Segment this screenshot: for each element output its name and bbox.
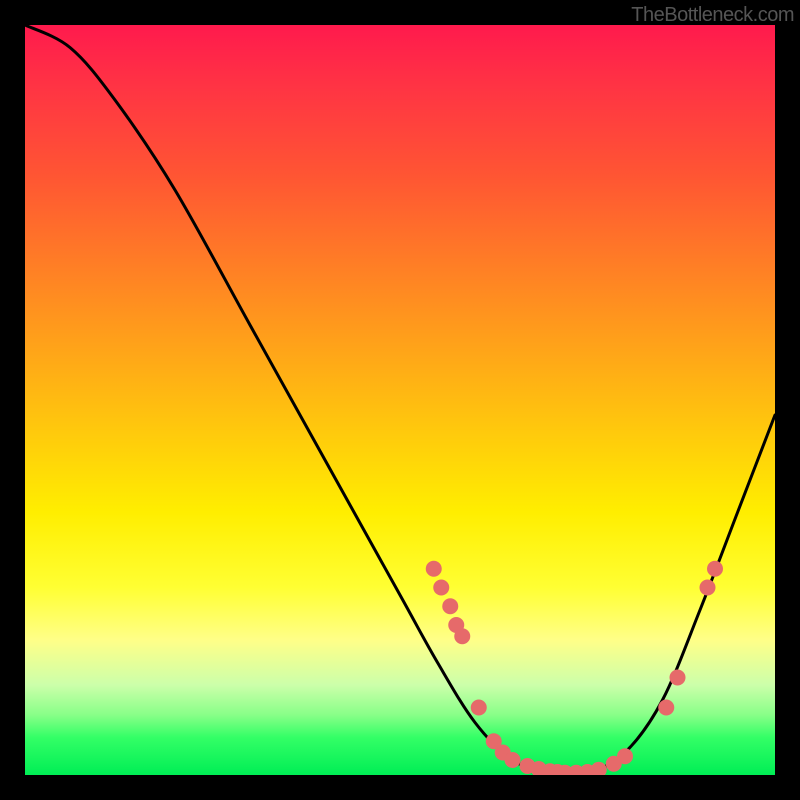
data-marker <box>471 700 487 716</box>
data-marker <box>658 700 674 716</box>
data-marker <box>454 628 470 644</box>
chart-plot-area <box>25 25 775 775</box>
data-marker <box>617 748 633 764</box>
data-marker <box>442 598 458 614</box>
data-marker <box>700 580 716 596</box>
bottleneck-curve <box>25 25 775 775</box>
attribution-label: TheBottleneck.com <box>631 4 794 27</box>
data-marker <box>707 561 723 577</box>
data-marker <box>670 670 686 686</box>
data-marker <box>426 561 442 577</box>
curve-path <box>25 25 775 775</box>
data-marker <box>591 762 607 775</box>
data-marker <box>505 752 521 768</box>
data-marker <box>433 580 449 596</box>
